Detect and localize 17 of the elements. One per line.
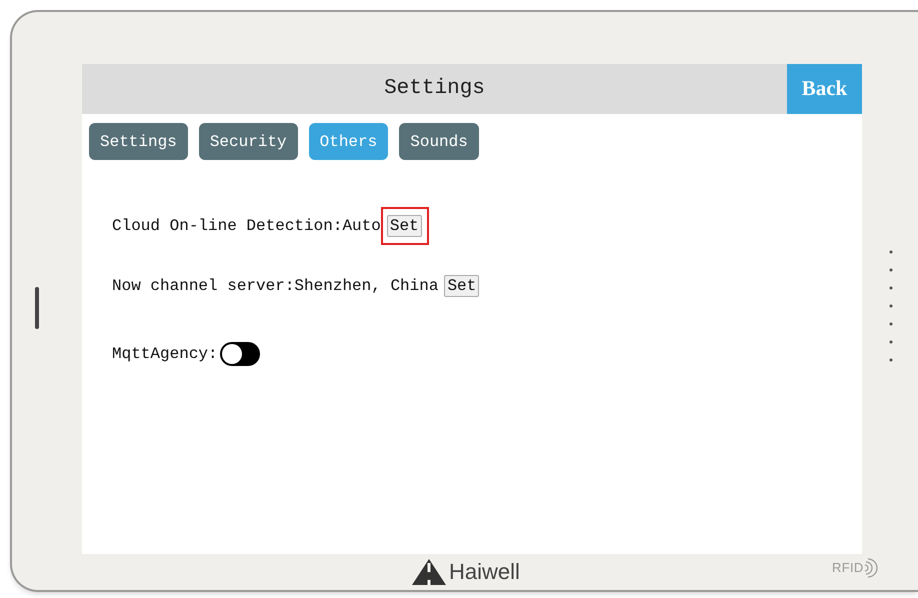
tab[interactable]: Security xyxy=(198,123,298,160)
back-button[interactable]: Back xyxy=(787,64,862,114)
wireless-icon xyxy=(864,558,878,578)
window-title: Settings xyxy=(383,76,486,102)
setting-label: Now channel server:Shenzhen, China xyxy=(112,276,438,297)
side-slot-icon xyxy=(35,287,39,329)
brand-logo-text: Haiwell xyxy=(449,558,520,586)
tab[interactable]: Sounds xyxy=(399,123,479,160)
toggle-switch[interactable] xyxy=(220,342,260,366)
set-button[interactable]: Set xyxy=(386,215,422,237)
rfid-label: RFID xyxy=(832,559,864,578)
set-button[interactable]: Set xyxy=(444,275,480,297)
setting-label: Cloud On-line Detection:Auto xyxy=(112,216,381,237)
tab[interactable]: Settings xyxy=(89,123,188,160)
tab[interactable]: Others xyxy=(308,123,388,160)
logo-icon xyxy=(412,558,446,584)
setting-label: MqttAgency: xyxy=(112,344,218,365)
